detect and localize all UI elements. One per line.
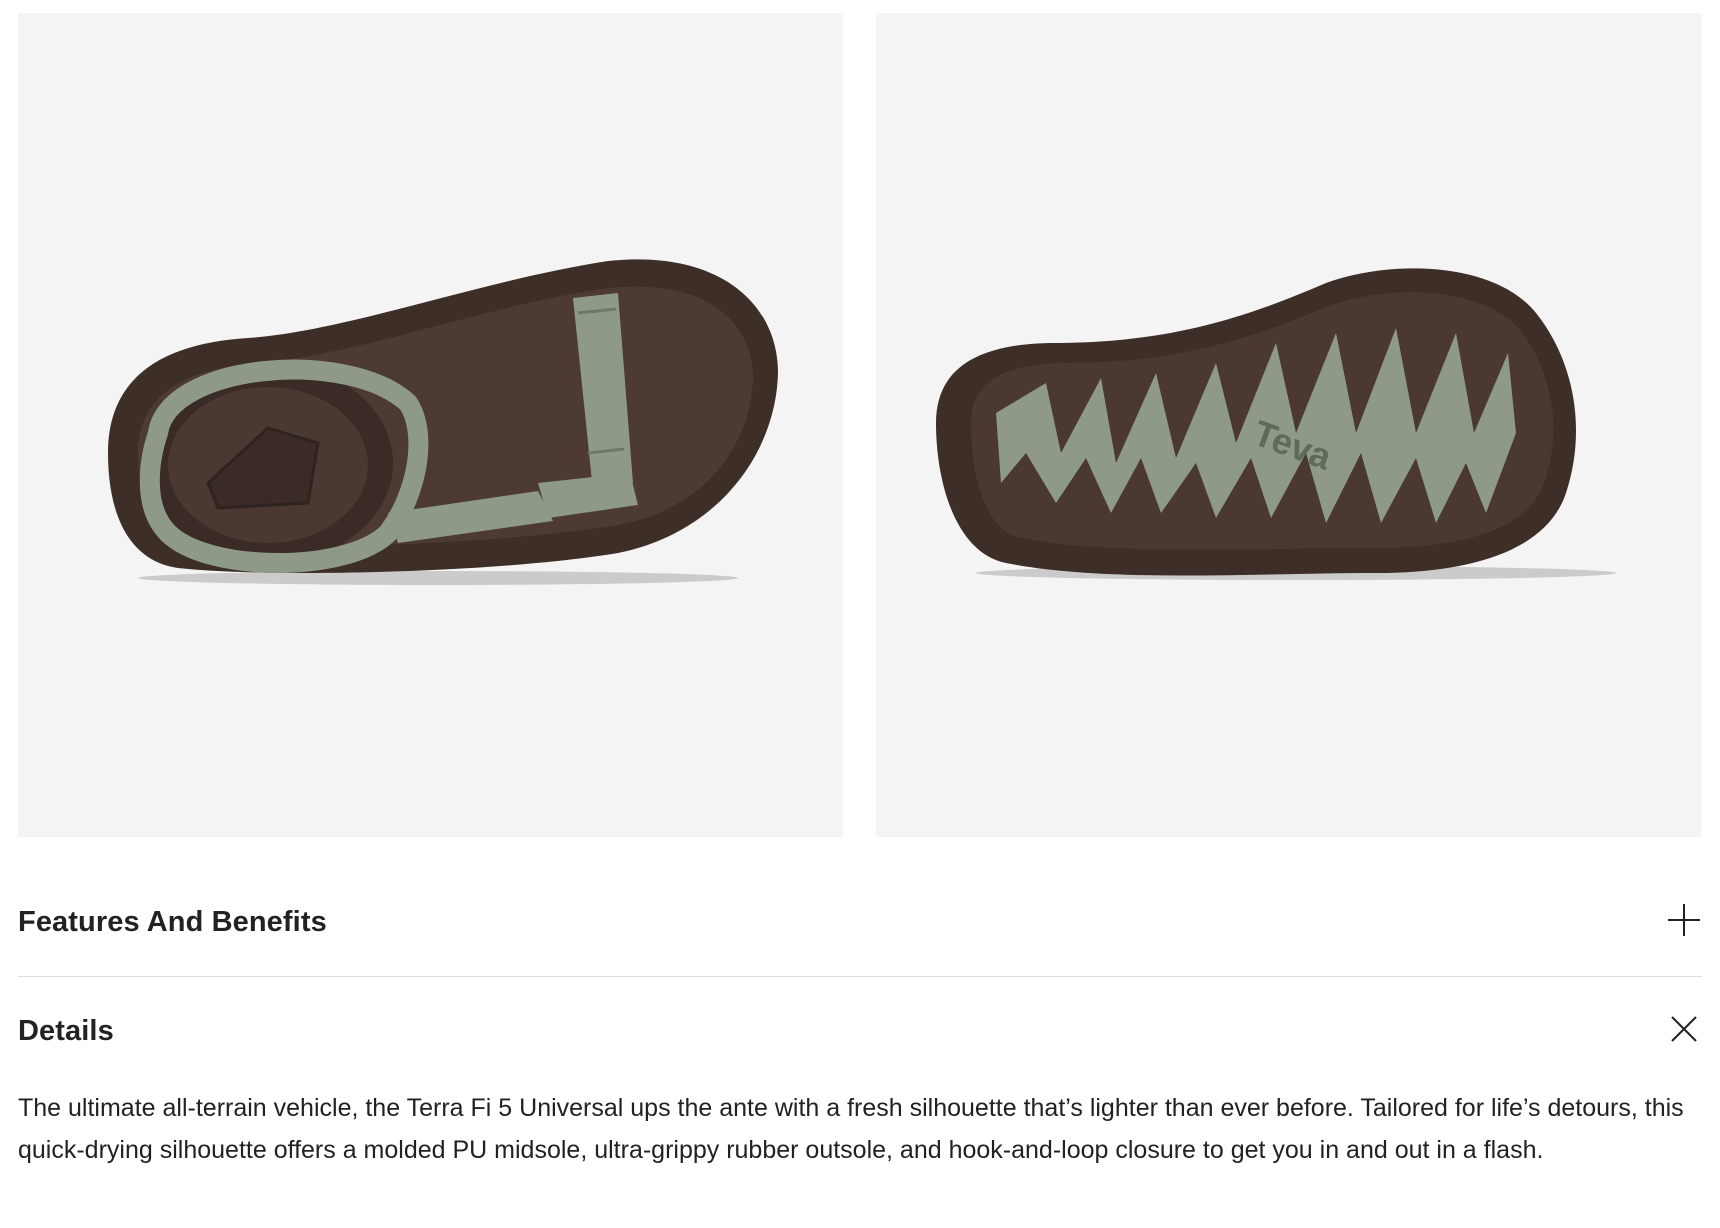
plus-icon[interactable] — [1666, 902, 1702, 938]
product-image-outsole-view[interactable]: Teva — [876, 13, 1701, 837]
details-toggle[interactable]: Details — [18, 977, 1702, 1083]
product-gallery: Teva — [18, 13, 1703, 837]
features-benefits-toggle[interactable]: Features And Benefits — [18, 870, 1702, 977]
product-image-top-view[interactable] — [18, 13, 843, 837]
product-info-accordion: Features And Benefits Details The ultima… — [18, 870, 1702, 1171]
details-body-text: The ultimate all-terrain vehicle, the Te… — [18, 1094, 1684, 1164]
close-icon[interactable] — [1666, 1011, 1702, 1047]
sandal-outsole-image: Teva — [936, 268, 1616, 580]
sandal-top-view-image — [108, 259, 778, 585]
features-benefits-title: Features And Benefits — [18, 906, 327, 938]
details-title: Details — [18, 1015, 114, 1047]
